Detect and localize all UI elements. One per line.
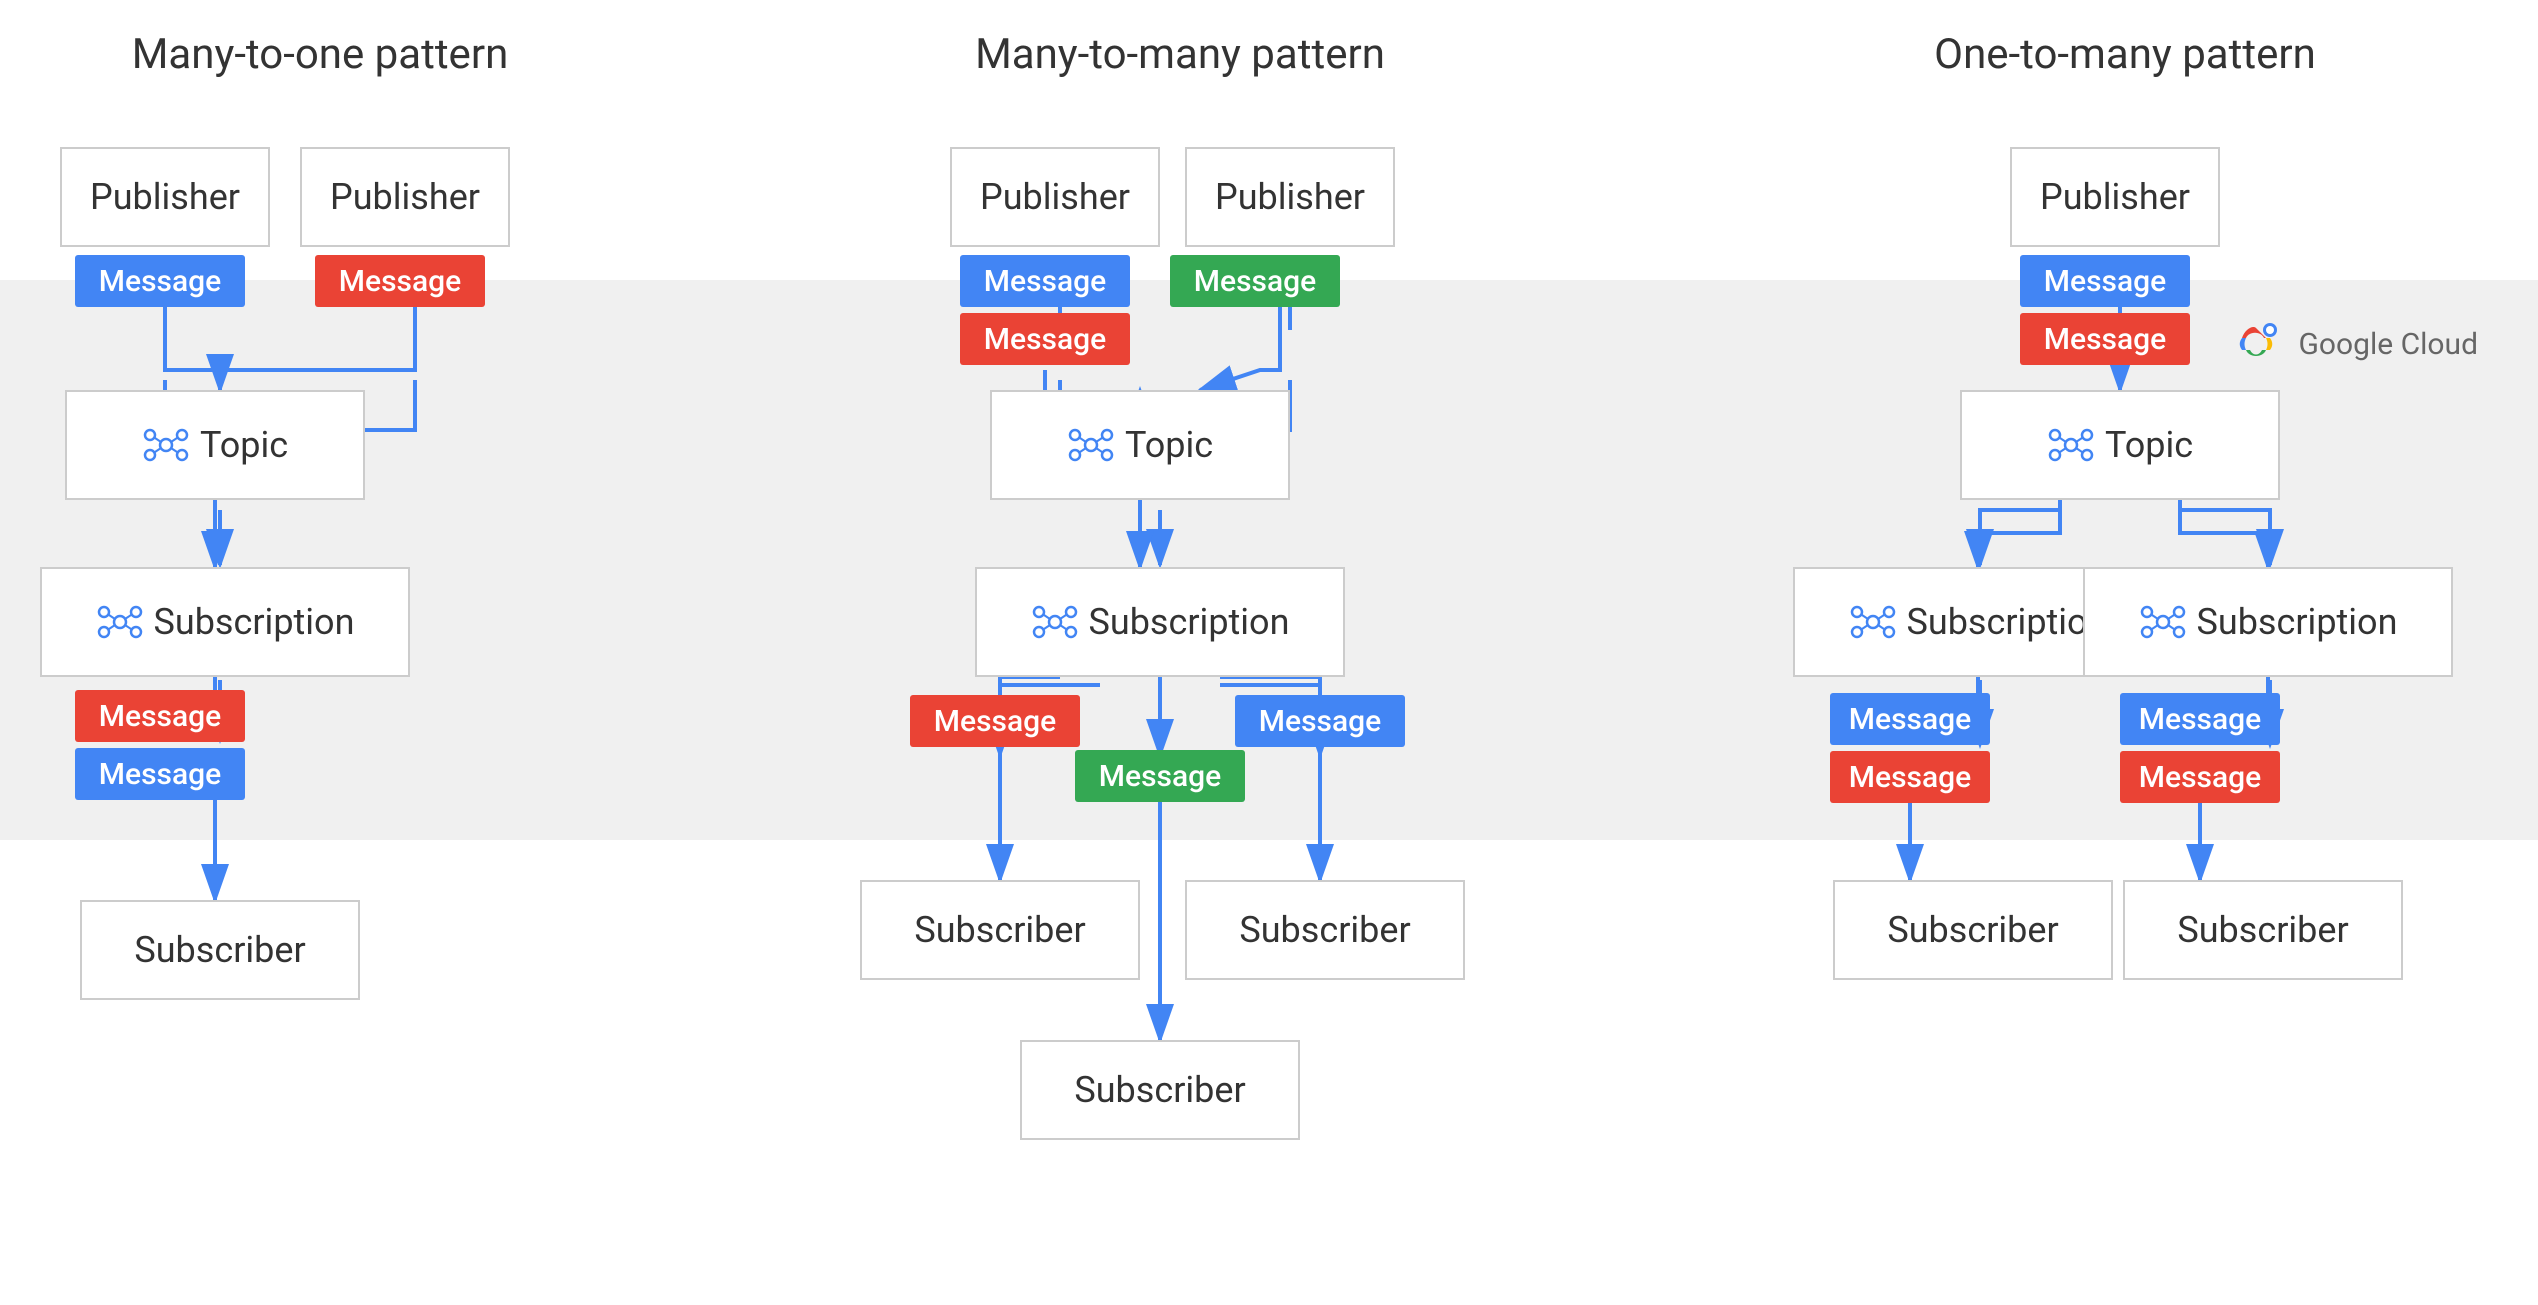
publisher-1-label: Publisher: [90, 176, 240, 218]
subscription-icon-o2m-2: [2139, 598, 2187, 646]
msg-pub3-red: Message: [960, 313, 1130, 365]
msg-pub5-red: Message: [2020, 313, 2190, 365]
subscription-m2m-label: Subscription: [1089, 601, 1290, 643]
subscriber-m2m-3: Subscriber: [1020, 1040, 1300, 1140]
msg-sub-m2o-red: Message: [75, 690, 245, 742]
subscriber-o2m-1: Subscriber: [1833, 880, 2113, 980]
subscription-many-to-many: Subscription: [975, 567, 1345, 677]
one-to-many-title: One-to-many pattern: [1800, 30, 2450, 79]
msg-pub4-green: Message: [1170, 255, 1340, 307]
msg-pub2-red: Message: [315, 255, 485, 307]
topic-icon-o2m: [2047, 421, 2095, 469]
subscriber-many-to-one: Subscriber: [80, 900, 360, 1000]
topic-icon-m2o: [142, 421, 190, 469]
subscription-icon-m2o: [96, 598, 144, 646]
msg-pub5-blue: Message: [2020, 255, 2190, 307]
publisher-3-label: Publisher: [980, 176, 1130, 218]
diagram-container: Many-to-one pattern Publisher Publisher …: [0, 0, 2538, 1305]
subscription-icon-m2m: [1031, 598, 1079, 646]
topic-icon-m2m: [1067, 421, 1115, 469]
topic-m2m-label: Topic: [1125, 424, 1213, 466]
google-cloud-label: Google Cloud: [2298, 327, 2478, 362]
subscriber-m2o-label: Subscriber: [134, 929, 305, 971]
topic-one-to-many: Topic: [1960, 390, 2280, 500]
subscription-o2m-1-label: Subscription: [1907, 601, 2108, 643]
msg-sub-m2m-green-mid: Message: [1075, 750, 1245, 802]
subscriber-m2m-1-label: Subscriber: [914, 909, 1085, 951]
topic-o2m-label: Topic: [2105, 424, 2193, 466]
many-to-many-title: Many-to-many pattern: [890, 30, 1470, 79]
subscriber-m2m-3-label: Subscriber: [1074, 1069, 1245, 1111]
publisher-2: Publisher: [300, 147, 510, 247]
google-cloud-logo: [2226, 320, 2286, 368]
subscriber-m2m-2-label: Subscriber: [1239, 909, 1410, 951]
msg-sub-m2o-blue: Message: [75, 748, 245, 800]
publisher-5: Publisher: [2010, 147, 2220, 247]
subscription-o2m-2-label: Subscription: [2197, 601, 2398, 643]
msg-o2m-sub2-blue: Message: [2120, 693, 2280, 745]
subscription-icon-o2m-1: [1849, 598, 1897, 646]
publisher-4: Publisher: [1185, 147, 1395, 247]
subscriber-o2m-2-label: Subscriber: [2177, 909, 2348, 951]
msg-sub-m2m-blue-right: Message: [1235, 695, 1405, 747]
publisher-3: Publisher: [950, 147, 1160, 247]
msg-sub-m2m-red-left: Message: [910, 695, 1080, 747]
publisher-4-label: Publisher: [1215, 176, 1365, 218]
msg-pub1-blue: Message: [75, 255, 245, 307]
topic-m2o-label: Topic: [200, 424, 288, 466]
many-to-one-title: Many-to-one pattern: [30, 30, 610, 79]
publisher-1: Publisher: [60, 147, 270, 247]
publisher-5-label: Publisher: [2040, 176, 2190, 218]
subscription-many-to-one: Subscription: [40, 567, 410, 677]
subscriber-m2m-2: Subscriber: [1185, 880, 1465, 980]
msg-o2m-sub2-red: Message: [2120, 751, 2280, 803]
google-cloud-badge: Google Cloud: [2226, 320, 2478, 368]
subscriber-o2m-2: Subscriber: [2123, 880, 2403, 980]
topic-many-to-one: Topic: [65, 390, 365, 500]
subscription-o2m-2: Subscription: [2083, 567, 2453, 677]
msg-o2m-sub1-blue: Message: [1830, 693, 1990, 745]
msg-pub3-blue: Message: [960, 255, 1130, 307]
msg-o2m-sub1-red: Message: [1830, 751, 1990, 803]
subscriber-o2m-1-label: Subscriber: [1887, 909, 2058, 951]
subscription-m2o-label: Subscription: [154, 601, 355, 643]
topic-many-to-many: Topic: [990, 390, 1290, 500]
subscriber-m2m-1: Subscriber: [860, 880, 1140, 980]
publisher-2-label: Publisher: [330, 176, 480, 218]
